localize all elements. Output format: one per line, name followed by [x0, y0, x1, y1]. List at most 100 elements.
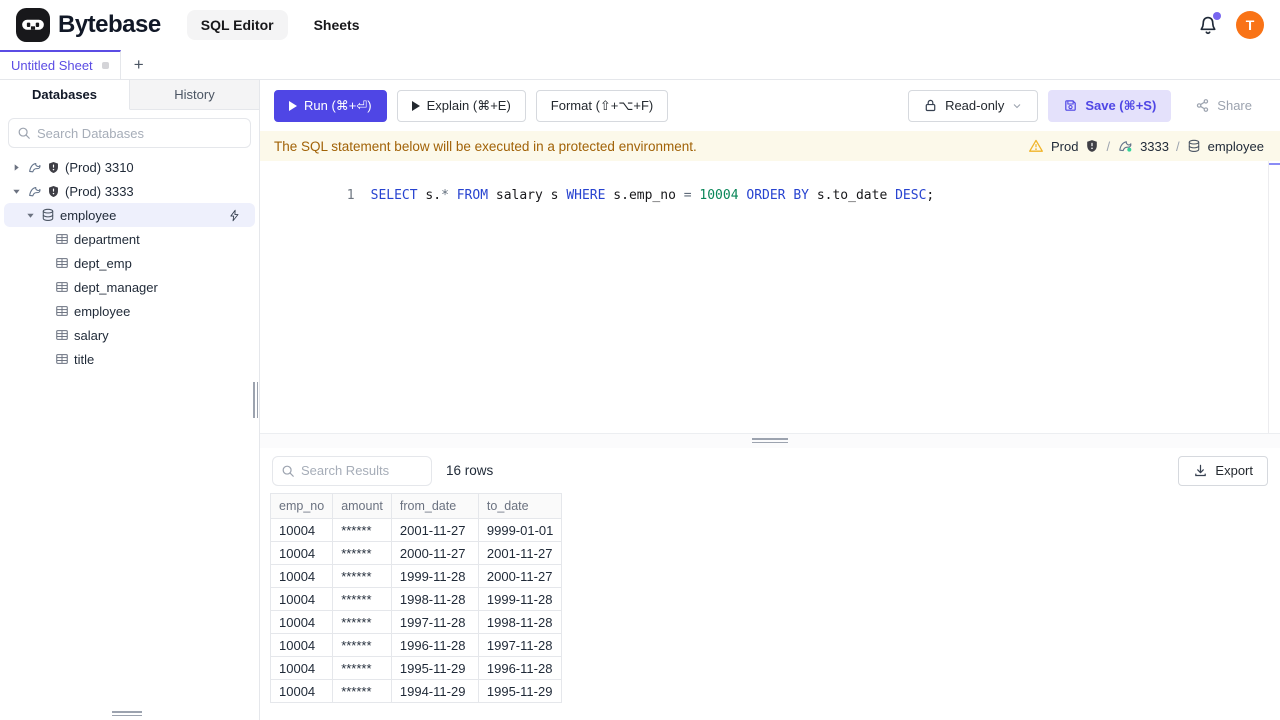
instance-label: 3333 [1140, 138, 1169, 154]
tree-item-prod-3310[interactable]: (Prod) 3310 [0, 155, 259, 179]
table-cell[interactable]: 10004 [269, 633, 334, 657]
tree-item-label: employee [74, 303, 131, 319]
save-button[interactable]: Save (⌘+S) [1048, 89, 1172, 122]
lock-icon [923, 98, 938, 113]
table-cell[interactable]: ****** [332, 656, 392, 680]
caret-down-icon[interactable] [12, 187, 22, 196]
sql-editor[interactable]: 1 SELECT s.* FROM salary s WHERE s.emp_no… [260, 161, 1280, 433]
results-toolbar: 16 rows Export [260, 448, 1280, 493]
sidebar-resize-handle[interactable] [253, 382, 259, 418]
table-row: 10004 ****** 1994-11-29 1995-11-29 [269, 679, 563, 703]
sidebar-tabs: Databases History [0, 80, 259, 110]
table-cell[interactable]: 2000-11-27 [390, 541, 479, 565]
results-search-input[interactable] [301, 463, 423, 478]
table-row: 10004 ****** 1998-11-28 1999-11-28 [269, 587, 563, 611]
table-cell[interactable]: 10004 [269, 679, 334, 703]
table-cell[interactable]: ****** [332, 518, 392, 542]
table-cell[interactable]: 10004 [269, 564, 334, 588]
database-icon [41, 208, 55, 222]
table-cell[interactable]: ****** [332, 610, 392, 634]
table-cell[interactable]: 1999-11-28 [390, 564, 479, 588]
sheet-tab-untitled[interactable]: Untitled Sheet [0, 50, 121, 79]
tree-item-department[interactable]: department [0, 227, 259, 251]
database-search-box[interactable] [8, 118, 251, 148]
editor-scrollbar-rail[interactable] [1268, 161, 1269, 433]
bytebase-logo-icon [16, 8, 50, 42]
drag-handle[interactable] [752, 438, 788, 445]
table-cell[interactable]: 1996-11-28 [390, 633, 479, 657]
table-icon [55, 280, 69, 294]
table-cell[interactable]: 1999-11-28 [477, 587, 563, 611]
search-icon [17, 126, 31, 140]
tab-history[interactable]: History [130, 80, 259, 110]
column-header-to-date[interactable]: to_date [477, 493, 563, 519]
table-cell[interactable]: 1997-11-28 [390, 610, 479, 634]
column-header-amount[interactable]: amount [332, 493, 392, 519]
nav-sql-editor[interactable]: SQL Editor [186, 10, 288, 40]
notification-dot [1213, 12, 1221, 20]
explain-button[interactable]: Explain (⌘+E) [396, 89, 526, 122]
readonly-mode-dropdown[interactable]: Read-only [908, 89, 1039, 122]
caret-right-icon[interactable] [12, 163, 22, 172]
caret-down-icon[interactable] [26, 211, 36, 220]
table-cell[interactable]: ****** [332, 564, 392, 588]
table-row: 10004 ****** 2000-11-27 2001-11-27 [269, 541, 563, 565]
sidebar-bottom-resize-handle[interactable] [112, 711, 142, 718]
table-cell[interactable]: 2000-11-27 [477, 564, 563, 588]
tree-item-employee[interactable]: employee [0, 299, 259, 323]
table-cell[interactable]: 1996-11-28 [477, 656, 563, 680]
quick-action-bolt-icon[interactable] [228, 209, 241, 222]
table-cell[interactable]: ****** [332, 587, 392, 611]
results-search-box[interactable] [272, 455, 432, 486]
brand[interactable]: Bytebase [16, 8, 161, 42]
results-resize-divider[interactable] [260, 433, 1280, 448]
connection-breadcrumb: Prod / 3333 / employee [1028, 138, 1266, 154]
table-cell[interactable]: 9999-01-01 [477, 518, 563, 542]
database-search-input[interactable] [37, 125, 242, 141]
avatar[interactable]: T [1236, 11, 1264, 39]
tree-item-title[interactable]: title [0, 347, 259, 371]
table-cell[interactable]: 1995-11-29 [477, 679, 563, 703]
table-cell[interactable]: 1998-11-28 [390, 587, 479, 611]
line-number: 1 [346, 188, 355, 203]
table-cell[interactable]: 1995-11-29 [390, 656, 479, 680]
table-cell[interactable]: 2001-11-27 [390, 518, 479, 542]
tree-item-prod-3333[interactable]: (Prod) 3333 [0, 179, 259, 203]
table-cell[interactable]: ****** [332, 633, 392, 657]
notifications-button[interactable] [1198, 12, 1221, 35]
table-cell[interactable]: 2001-11-27 [477, 541, 563, 565]
table-cell[interactable]: ****** [332, 679, 392, 703]
tab-databases[interactable]: Databases [0, 80, 130, 110]
column-header-from-date[interactable]: from_date [390, 493, 479, 519]
table-cell[interactable]: ****** [332, 541, 392, 565]
table-icon [55, 304, 69, 318]
export-button[interactable]: Export [1178, 455, 1268, 486]
table-cell[interactable]: 10004 [269, 541, 334, 565]
table-cell[interactable]: 10004 [269, 656, 334, 680]
tree-item-label: (Prod) 3333 [65, 183, 134, 199]
format-button[interactable]: Format (⇧+⌥+F) [535, 89, 669, 122]
run-button[interactable]: Run (⌘+⏎) [274, 89, 387, 122]
mysql-icon [27, 160, 42, 175]
tree-item-dept-emp[interactable]: dept_emp [0, 251, 259, 275]
table-cell[interactable]: 1998-11-28 [477, 610, 563, 634]
table-cell[interactable]: 10004 [269, 518, 334, 542]
nav-sheets[interactable]: Sheets [314, 17, 360, 33]
table-cell[interactable]: 1994-11-29 [390, 679, 479, 703]
brand-name: Bytebase [58, 11, 161, 38]
tree-item-salary[interactable]: salary [0, 323, 259, 347]
tree-item-label: title [74, 351, 95, 367]
column-header-emp-no[interactable]: emp_no [269, 493, 334, 519]
tree-item-employee[interactable]: employee [4, 203, 255, 227]
results-header-row: emp_no amount from_date to_date [269, 493, 563, 519]
table-cell[interactable]: 10004 [269, 610, 334, 634]
table-cell[interactable]: 10004 [269, 587, 334, 611]
table-cell[interactable]: 1997-11-28 [477, 633, 563, 657]
database-label: employee [1207, 138, 1264, 154]
add-sheet-button[interactable]: + [121, 50, 157, 79]
database-tree: (Prod) 3310 (Prod) 3333 employee department… [0, 153, 259, 720]
share-button[interactable]: Share [1181, 90, 1266, 122]
search-icon [281, 464, 295, 478]
tree-item-dept-manager[interactable]: dept_manager [0, 275, 259, 299]
environment-label: Prod [1050, 138, 1079, 154]
